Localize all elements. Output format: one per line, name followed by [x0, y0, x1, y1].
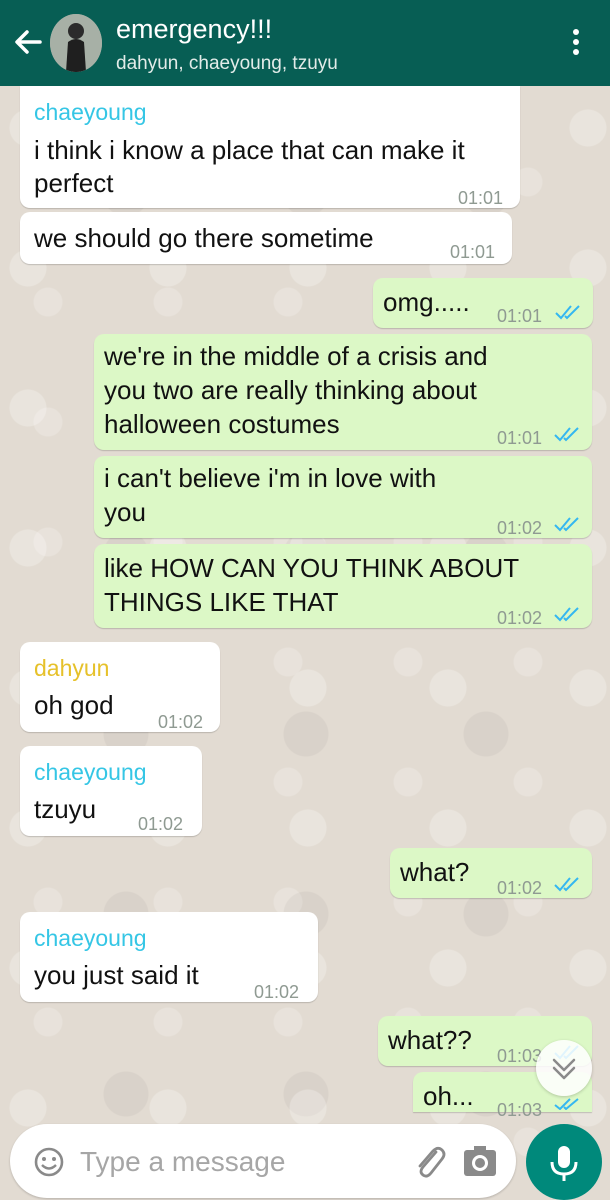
group-avatar[interactable] [50, 14, 102, 72]
message-text: oh... [423, 1081, 474, 1111]
read-receipt-icon [554, 517, 579, 532]
camera-icon[interactable] [462, 1144, 498, 1178]
message-time: 01:02 [497, 878, 543, 898]
message-text: oh god [34, 690, 114, 720]
message-sender: chaeyoung [34, 759, 147, 785]
message-time: 01:01 [497, 428, 543, 448]
message-text: we're in the middle of a crisis and [104, 341, 488, 371]
read-receipt-icon [554, 1098, 579, 1110]
message-text: perfect [34, 168, 114, 198]
message-text: you [104, 497, 146, 527]
chat-title[interactable]: emergency!!! [116, 14, 272, 45]
message-text: like HOW CAN YOU THINK ABOUT [104, 553, 520, 583]
message-time: 01:02 [158, 712, 204, 732]
message-bubble-outgoing[interactable]: like HOW CAN YOU THINK ABOUT THINGS LIKE… [94, 544, 592, 628]
message-time: 01:02 [497, 518, 543, 538]
message-bubble-incoming[interactable]: chaeyoung you just said it 01:02 [20, 912, 318, 1002]
message-sender: dahyun [34, 655, 110, 681]
message-bubble-incoming[interactable]: chaeyoung i think i know a place that ca… [20, 86, 520, 208]
back-arrow-icon [15, 30, 42, 54]
message-time: 01:01 [458, 188, 504, 208]
message-bubble-outgoing[interactable]: omg..... 01:01 [373, 278, 593, 328]
message-bubble-outgoing[interactable]: what? 01:02 [390, 848, 592, 898]
mic-icon [550, 1146, 578, 1181]
paperclip-icon[interactable] [412, 1142, 448, 1182]
message-input-placeholder[interactable]: Type a message [80, 1146, 285, 1178]
chat-participants[interactable]: dahyun, chaeyoung, tzuyu [116, 53, 338, 75]
double-chevron-down-icon [552, 1058, 576, 1080]
message-text: tzuyu [34, 794, 97, 824]
message-time: 01:03 [497, 1100, 543, 1120]
message-text: we should go there sometime [34, 223, 374, 253]
overflow-menu-icon [562, 29, 590, 55]
message-text: i think i know a place that can make it [34, 135, 465, 165]
message-bubble-outgoing[interactable]: i can't believe i'm in love with you 01:… [94, 456, 592, 538]
message-text: you just said it [34, 960, 199, 990]
voice-record-button[interactable] [526, 1124, 602, 1200]
message-sender: chaeyoung [34, 925, 147, 951]
message-text: halloween costumes [104, 409, 340, 439]
message-text: THINGS LIKE THAT [104, 587, 339, 617]
message-time: 01:02 [254, 982, 300, 1002]
message-bubble-incoming[interactable]: chaeyoung tzuyu 01:02 [20, 746, 202, 836]
message-time: 01:01 [450, 242, 496, 262]
message-text: you two are really thinking about [104, 375, 477, 405]
message-time: 01:02 [497, 608, 543, 628]
read-receipt-icon [554, 877, 579, 892]
message-bubble-outgoing[interactable]: we're in the middle of a crisis and you … [94, 334, 592, 450]
message-time: 01:01 [497, 306, 543, 326]
message-bubble-incoming[interactable]: we should go there sometime 01:01 [20, 212, 512, 264]
scroll-to-bottom-button[interactable] [536, 1040, 592, 1096]
chat-header: emergency!!! dahyun, chaeyoung, tzuyu [0, 0, 610, 86]
back-button[interactable] [8, 22, 48, 62]
read-receipt-icon [555, 305, 580, 320]
read-receipt-icon [554, 427, 579, 442]
message-text: i can't believe i'm in love with [104, 463, 437, 493]
message-text: omg..... [383, 287, 470, 317]
message-text: what? [400, 857, 470, 887]
message-sender: chaeyoung [34, 99, 147, 125]
message-bubble-incoming[interactable]: dahyun oh god 01:02 [20, 642, 220, 732]
message-composer[interactable]: Type a message [10, 1124, 516, 1198]
more-options-button[interactable] [562, 26, 590, 66]
emoji-icon[interactable] [32, 1145, 66, 1179]
read-receipt-icon [554, 607, 579, 622]
message-time: 01:02 [138, 814, 184, 834]
message-text: what?? [388, 1025, 472, 1055]
